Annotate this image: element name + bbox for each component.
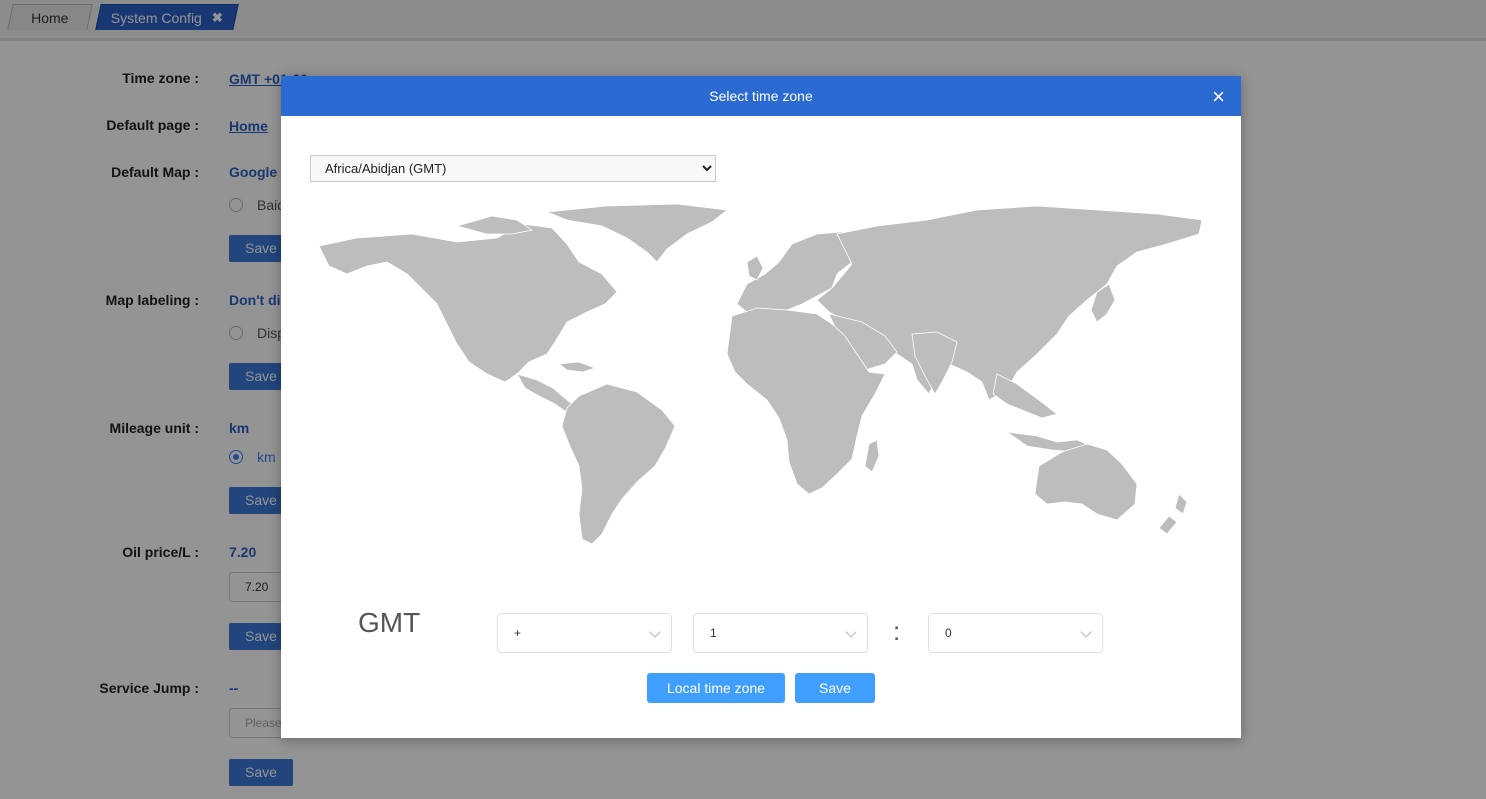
local-time-zone-button[interactable]: Local time zone — [647, 673, 785, 703]
gmt-minutes-value: 0 — [945, 626, 952, 640]
north-america-shape — [318, 223, 618, 383]
new-zealand-south-shape — [1158, 515, 1178, 535]
dialog-title: Select time zone — [709, 88, 813, 104]
gmt-minutes-select[interactable]: 0 — [928, 613, 1103, 653]
arctic-islands-shape — [455, 215, 534, 235]
gmt-label: GMT — [358, 607, 421, 638]
chevron-down-icon — [649, 626, 661, 638]
gmt-sign-value: + — [514, 626, 522, 640]
gmt-sign-select[interactable]: + — [497, 613, 672, 653]
dialog-save-button[interactable]: Save — [795, 673, 875, 703]
chevron-down-icon — [845, 626, 857, 638]
chevron-down-icon — [1080, 626, 1092, 638]
time-zone-dialog: Select time zone × Africa/Abidjan (GMT) — [281, 76, 1241, 738]
southeast-asia-shape — [992, 373, 1058, 419]
gmt-hours-select[interactable]: 1 — [693, 613, 868, 653]
south-america-shape — [561, 383, 676, 545]
dialog-header: Select time zone × — [281, 76, 1241, 116]
madagascar-shape — [864, 439, 880, 473]
world-map[interactable] — [317, 204, 1207, 554]
australia-shape — [1034, 443, 1138, 521]
india-shape — [911, 331, 958, 395]
caribbean-shape — [557, 361, 597, 373]
greenland-shape — [546, 204, 728, 263]
new-zealand-shape — [1174, 493, 1188, 515]
time-zone-select[interactable]: Africa/Abidjan (GMT) — [310, 155, 716, 182]
gmt-hours-value: 1 — [710, 626, 717, 640]
time-separator: : — [893, 616, 901, 646]
asia-shape — [816, 205, 1203, 401]
close-icon[interactable]: × — [1212, 76, 1225, 118]
